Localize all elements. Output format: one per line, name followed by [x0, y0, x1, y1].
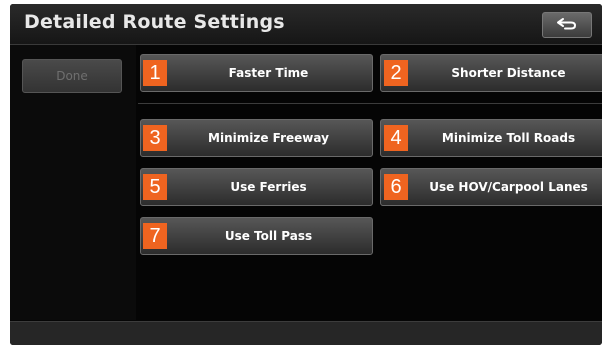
- callout-7: 7: [143, 223, 167, 249]
- minimize-toll-roads-button[interactable]: Minimize Toll Roads: [380, 119, 602, 157]
- faster-time-button[interactable]: Faster Time: [140, 54, 373, 92]
- left-panel: Done: [10, 45, 136, 320]
- return-arrow-icon: [556, 16, 578, 35]
- minimize-freeway-button[interactable]: Minimize Freeway: [140, 119, 373, 157]
- callout-2: 2: [384, 60, 408, 86]
- callout-3: 3: [143, 125, 167, 151]
- shorter-distance-button[interactable]: Shorter Distance: [380, 54, 602, 92]
- header-bar: Detailed Route Settings: [10, 4, 602, 45]
- callout-4: 4: [384, 125, 408, 151]
- footer-bar: [10, 321, 602, 345]
- navigation-screen: Detailed Route Settings Done Faster Time…: [10, 4, 602, 345]
- divider: [138, 103, 602, 104]
- use-toll-pass-button[interactable]: Use Toll Pass: [140, 217, 373, 255]
- use-ferries-button[interactable]: Use Ferries: [140, 168, 373, 206]
- callout-5: 5: [143, 174, 167, 200]
- use-hov-carpool-lanes-button[interactable]: Use HOV/Carpool Lanes: [380, 168, 602, 206]
- done-button[interactable]: Done: [22, 59, 122, 93]
- callout-6: 6: [384, 174, 408, 200]
- page-title: Detailed Route Settings: [24, 11, 285, 33]
- back-button[interactable]: [542, 12, 592, 38]
- callout-1: 1: [143, 60, 167, 86]
